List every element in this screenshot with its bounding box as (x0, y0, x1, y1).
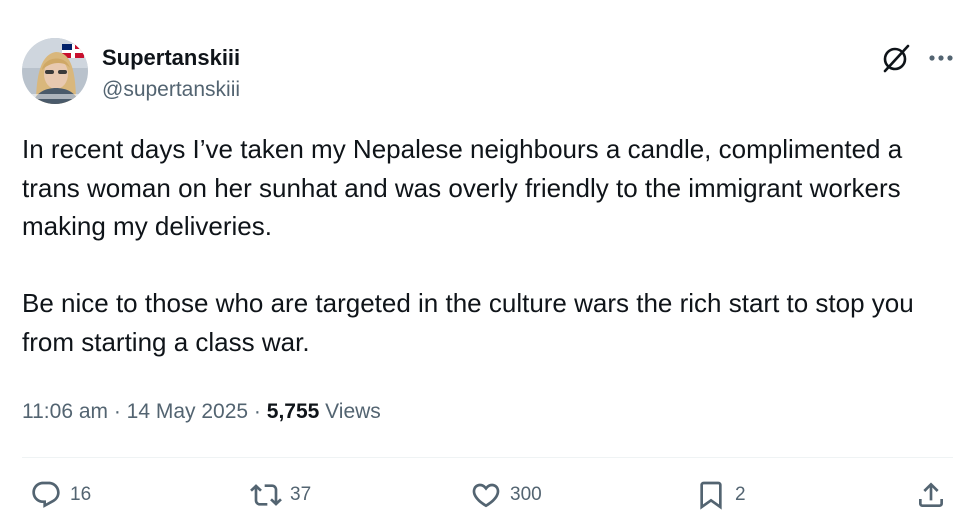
reply-count: 16 (70, 484, 92, 505)
views-label: Views (325, 400, 381, 423)
meta-separator: · (108, 400, 127, 423)
share-icon (919, 482, 943, 507)
author-handle[interactable]: @supertanskiii (102, 76, 240, 104)
tweet-date[interactable]: 14 May 2025 (127, 400, 248, 423)
tweet-time[interactable]: 11:06 am (22, 400, 108, 423)
bookmark-icon (700, 481, 722, 510)
reply-icon (32, 481, 60, 508)
like-button[interactable]: 300 (470, 478, 542, 512)
repost-icon (250, 484, 282, 506)
tweet-paragraph: Be nice to those who are targeted in the… (22, 288, 914, 357)
repost-button[interactable]: 37 (250, 478, 311, 512)
grok-icon[interactable] (880, 42, 912, 74)
tweet-text: In recent days I’ve taken my Nepalese ne… (22, 130, 952, 361)
avatar[interactable] (22, 38, 88, 104)
share-button[interactable] (915, 478, 947, 512)
reply-button[interactable]: 16 (30, 478, 91, 512)
repost-count: 37 (290, 484, 312, 505)
views-count[interactable]: 5,755 (267, 400, 320, 423)
divider (22, 457, 953, 458)
bookmark-count: 2 (735, 484, 746, 505)
bookmark-button[interactable]: 2 (695, 478, 746, 512)
tweet-metadata: 11:06 am · 14 May 2025 · 5,755 Views (22, 398, 381, 426)
tweet-paragraph: In recent days I’ve taken my Nepalese ne… (22, 134, 903, 241)
profile-photo-icon (22, 38, 88, 104)
more-options-icon[interactable] (926, 44, 956, 72)
like-count: 300 (510, 484, 542, 505)
meta-separator: · (248, 400, 267, 423)
tweet-card: Supertanskiii @supertanskiii In recent d… (0, 0, 975, 526)
heart-icon (472, 483, 500, 508)
author-display-name[interactable]: Supertanskiii (102, 44, 240, 72)
